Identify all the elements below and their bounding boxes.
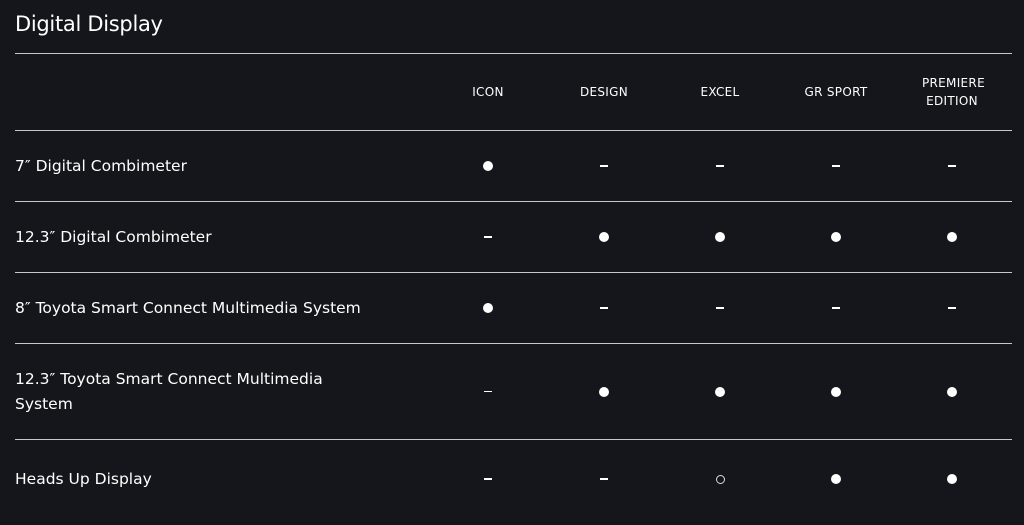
dash-icon	[948, 307, 956, 309]
row-label: 7″ Digital Combimeter	[15, 156, 187, 175]
table-cell	[546, 478, 662, 480]
table-cell	[894, 232, 1010, 242]
filled-circle-icon	[831, 386, 841, 397]
row-label: 12.3″ Digital Combimeter	[15, 227, 212, 246]
row-label: 12.3″ Toyota Smart Connect Multimedia Sy…	[15, 369, 323, 413]
table-cell	[778, 232, 894, 242]
table-row: Heads Up Display	[15, 439, 1012, 518]
filled-circle-icon	[831, 232, 841, 242]
table-cell	[894, 386, 1010, 397]
table-cell	[894, 165, 1010, 167]
filled-circle-icon	[715, 232, 725, 242]
table-row: 12.3″ Digital Combimeter	[15, 201, 1012, 272]
column-header: PREMIERE EDITION	[922, 76, 985, 108]
dash-icon	[832, 307, 840, 309]
dash-icon	[484, 390, 492, 393]
filled-circle-icon	[947, 474, 957, 484]
row-label: Heads Up Display	[15, 469, 152, 488]
table-cell	[662, 474, 778, 484]
table-cell	[662, 165, 778, 167]
row-label: 8″ Toyota Smart Connect Multimedia Syste…	[15, 298, 361, 317]
table-cell	[430, 161, 546, 171]
dash-icon	[484, 236, 492, 238]
table-cell	[662, 307, 778, 309]
dash-icon	[716, 165, 724, 167]
dash-icon	[716, 307, 724, 309]
dash-icon	[600, 478, 608, 480]
filled-circle-icon	[599, 232, 609, 242]
table-cell	[662, 386, 778, 397]
table-cell	[430, 478, 546, 480]
dash-icon	[948, 165, 956, 167]
table-cell	[546, 232, 662, 242]
filled-circle-icon	[831, 474, 841, 484]
column-header: GR SPORT	[804, 85, 868, 99]
table-cell	[778, 386, 894, 397]
spec-table: ICON DESIGN EXCEL GR SPORT PREMIERE EDIT…	[15, 53, 1012, 518]
table-cell	[778, 165, 894, 167]
table-cell	[778, 474, 894, 484]
table-cell	[778, 307, 894, 309]
table-header: ICON DESIGN EXCEL GR SPORT PREMIERE EDIT…	[15, 53, 1012, 130]
filled-circle-icon	[599, 386, 609, 397]
table-cell	[546, 386, 662, 397]
table-cell	[662, 232, 778, 242]
table-cell	[430, 303, 546, 313]
column-header: ICON	[472, 85, 504, 99]
table-cell	[430, 236, 546, 238]
dash-icon	[484, 478, 492, 480]
table-row: 12.3″ Toyota Smart Connect Multimedia Sy…	[15, 343, 1012, 439]
dash-icon	[600, 165, 608, 167]
table-row: 7″ Digital Combimeter	[15, 130, 1012, 201]
table-cell	[546, 165, 662, 167]
filled-circle-icon	[947, 386, 957, 397]
table-cell	[546, 307, 662, 309]
dash-icon	[832, 165, 840, 167]
section-title: Digital Display	[15, 12, 163, 36]
column-header: DESIGN	[579, 85, 629, 99]
filled-circle-icon	[483, 161, 493, 171]
filled-circle-icon	[715, 386, 725, 397]
table-row: 8″ Toyota Smart Connect Multimedia Syste…	[15, 272, 1012, 343]
column-header: EXCEL	[700, 85, 740, 99]
hollow-circle-icon	[715, 474, 725, 484]
filled-circle-icon	[947, 232, 957, 242]
table-cell	[430, 390, 546, 393]
filled-circle-icon	[483, 303, 493, 313]
table-cell	[894, 307, 1010, 309]
table-cell	[894, 474, 1010, 484]
dash-icon	[600, 307, 608, 309]
